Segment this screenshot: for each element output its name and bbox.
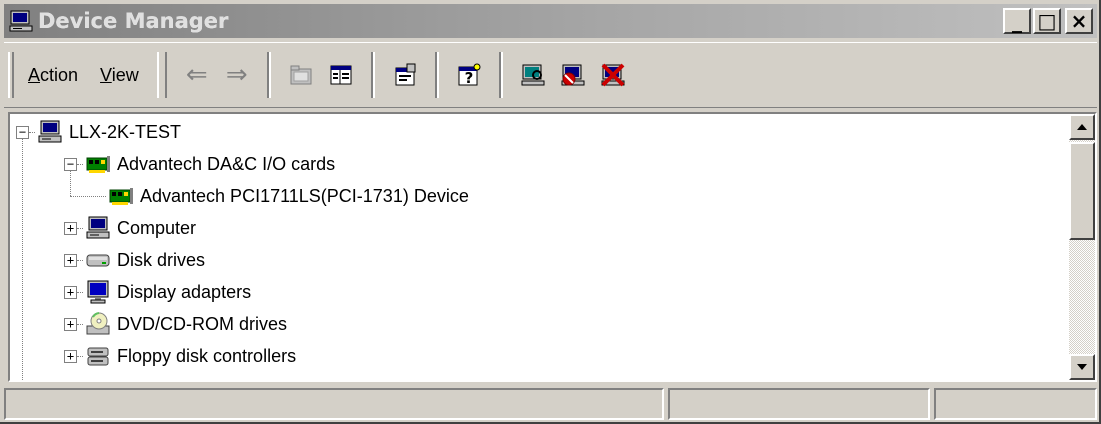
tree-connector (77, 259, 83, 261)
back-button[interactable]: ⇐ (180, 58, 214, 92)
expander-glyph: + (66, 317, 75, 331)
status-bar (4, 388, 1097, 420)
arrow-up-icon (1077, 124, 1087, 130)
uninstall-device-icon (601, 63, 625, 87)
tree-connector (77, 163, 83, 165)
expander-glyph: − (66, 157, 75, 171)
tree-label: Computer (117, 217, 197, 238)
toolbar-separator (370, 52, 375, 98)
expander-glyph: + (66, 253, 75, 267)
expander-glyph: + (66, 221, 75, 235)
tree-item-floppy-controllers[interactable]: + Floppy disk controllers (64, 340, 296, 372)
tree-label: LLX-2K-TEST (69, 121, 182, 142)
disk-drive-icon (85, 375, 111, 380)
up-folder-button[interactable] (284, 58, 318, 92)
toolbar-grip[interactable] (8, 52, 14, 98)
close-glyph: × (1070, 9, 1088, 33)
scroll-down-button[interactable] (1069, 354, 1095, 380)
tree-item-computer[interactable]: + Computer (64, 212, 196, 244)
toolbar-separator (498, 52, 503, 98)
tree-root[interactable]: − LLX-2K-TEST (16, 116, 181, 148)
scroll-up-button[interactable] (1069, 114, 1095, 140)
status-panel-right (934, 388, 1097, 420)
disable-device-icon (561, 64, 585, 86)
tree-label: Floppy disk controllers (117, 345, 297, 366)
toolbar-separator (434, 52, 439, 98)
tree-label: Display adapters (117, 281, 252, 302)
properties-button[interactable] (388, 58, 422, 92)
status-panel-main (4, 388, 664, 420)
maximize-glyph: □ (1037, 9, 1057, 33)
expand-expander[interactable]: + (64, 317, 77, 331)
properties-icon (395, 63, 416, 86)
tree-item-dvd-cdrom-drives[interactable]: + DVD/CD-ROM drives (64, 308, 287, 340)
device-tree-pane: − LLX-2K-TEST − Advantech DA&C I/O cards… (8, 112, 1097, 382)
show-hide-tree-icon (330, 65, 352, 85)
tree-label: DVD/CD-ROM drives (117, 313, 288, 334)
computer-icon (86, 216, 110, 239)
tree-connector (70, 195, 106, 197)
scrollbar-thumb[interactable] (1069, 142, 1095, 240)
tree-item-advantech-device[interactable]: Advantech PCI1711LS(PCI-1731) Device (70, 180, 469, 212)
expander-glyph: + (66, 285, 75, 299)
status-panel-middle (668, 388, 930, 420)
device-tree: − LLX-2K-TEST − Advantech DA&C I/O cards… (10, 114, 1069, 380)
window-title: Device Manager (38, 9, 229, 33)
tree-item-disk-drives[interactable]: + Disk drives (64, 244, 205, 276)
tree-guide-line (22, 136, 23, 380)
show-hide-tree-button[interactable] (324, 58, 358, 92)
expander-glyph: − (18, 125, 27, 139)
toolbar-separator (156, 52, 167, 98)
arrow-down-icon (1077, 364, 1087, 370)
disable-device-button[interactable] (556, 58, 590, 92)
scan-hardware-button[interactable] (516, 58, 550, 92)
minimize-button[interactable]: _ (1003, 8, 1031, 34)
expand-expander[interactable]: + (64, 253, 77, 267)
collapse-expander[interactable]: − (64, 157, 77, 171)
menu-action[interactable]: Action (28, 65, 78, 86)
toolbar-separator (266, 52, 271, 98)
tree-item-cutoff[interactable] (64, 372, 115, 380)
forward-arrow-icon: ⇒ (225, 60, 248, 90)
tree-item-advantech-cards[interactable]: − Advantech DA&C I/O cards (64, 148, 335, 180)
up-folder-icon (290, 65, 312, 85)
expander-glyph: + (66, 349, 75, 363)
maximize-button[interactable]: □ (1033, 8, 1061, 34)
vertical-scrollbar[interactable] (1069, 114, 1095, 380)
svg-text:?: ? (464, 69, 473, 87)
menu-view[interactable]: View (100, 65, 139, 86)
scan-hardware-icon (521, 64, 545, 86)
disk-drive-icon (86, 254, 110, 267)
toolbar: Action View ⇐ ⇒ ? (4, 42, 1097, 108)
tree-connector (77, 323, 83, 325)
cdrom-icon (86, 312, 110, 335)
device-manager-window: Device Manager _ □ × Action View ⇐ ⇒ ? −… (0, 0, 1101, 424)
help-icon: ? (458, 63, 481, 87)
forward-button[interactable]: ⇒ (220, 58, 254, 92)
io-card-icon (86, 156, 110, 173)
expand-expander[interactable]: + (64, 221, 77, 235)
tree-label: Advantech PCI1711LS(PCI-1731) Device (140, 185, 469, 206)
computer-icon (38, 120, 62, 143)
collapse-expander[interactable]: − (16, 125, 29, 139)
display-adapter-icon (87, 280, 109, 304)
close-button[interactable]: × (1065, 8, 1093, 34)
tree-label: Disk drives (117, 249, 206, 270)
tree-item-display-adapters[interactable]: + Display adapters (64, 276, 251, 308)
uninstall-device-button[interactable] (596, 58, 630, 92)
back-arrow-icon: ⇐ (185, 60, 208, 90)
device-manager-icon (9, 10, 33, 32)
title-bar[interactable]: Device Manager _ □ × (4, 4, 1097, 38)
help-button[interactable]: ? (452, 58, 486, 92)
tree-connector (77, 227, 83, 229)
io-card-icon (109, 188, 133, 205)
tree-connector (77, 291, 83, 293)
tree-connector (29, 131, 35, 133)
minimize-glyph: _ (1012, 9, 1022, 33)
tree-label: Advantech DA&C I/O cards (117, 153, 336, 174)
expand-expander[interactable]: + (64, 349, 77, 363)
floppy-controller-icon (87, 347, 109, 366)
tree-connector (77, 355, 83, 357)
expand-expander[interactable]: + (64, 285, 77, 299)
